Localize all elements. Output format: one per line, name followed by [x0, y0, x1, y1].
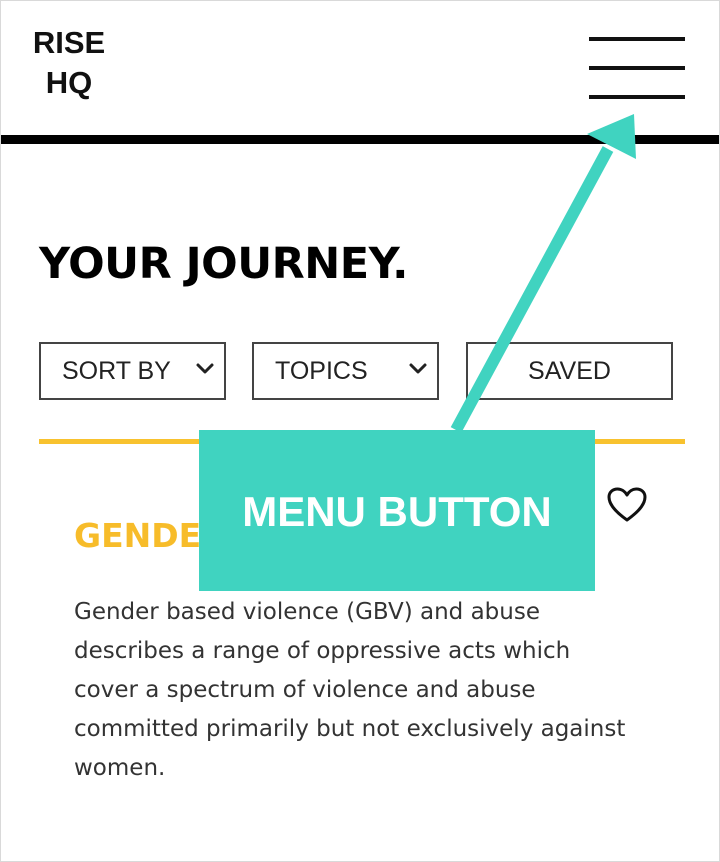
saved-label: SAVED [528, 357, 611, 385]
header-divider [1, 135, 719, 144]
saved-button[interactable]: SAVED [466, 342, 673, 400]
sort-by-label: SORT BY [62, 357, 171, 385]
app-screen: RISE HQ YOUR JOURNEY. SORT BY TOPICS SAV… [0, 0, 720, 862]
menu-bar-bottom [589, 95, 685, 99]
annotation-callout: MENU BUTTON [199, 430, 595, 591]
chevron-down-icon [409, 363, 427, 374]
topics-dropdown[interactable]: TOPICS [252, 342, 439, 400]
hamburger-menu-icon[interactable] [585, 35, 685, 101]
card-description: Gender based violence (GBV) and abuse de… [74, 599, 626, 781]
menu-bar-middle [589, 66, 685, 70]
chevron-down-icon [196, 363, 214, 374]
card-title[interactable]: GENDE [74, 516, 201, 555]
logo-line-1: RISE [32, 25, 106, 60]
rise-hq-logo[interactable]: RISE HQ [29, 23, 109, 103]
logo-line-2: HQ [45, 65, 93, 100]
page-title: YOUR JOURNEY. [39, 239, 408, 289]
annotation-label: MENU BUTTON [242, 488, 552, 535]
heart-outline-icon[interactable] [607, 487, 647, 523]
sort-by-dropdown[interactable]: SORT BY [39, 342, 226, 400]
topics-label: TOPICS [275, 357, 368, 385]
menu-bar-top [589, 37, 685, 41]
